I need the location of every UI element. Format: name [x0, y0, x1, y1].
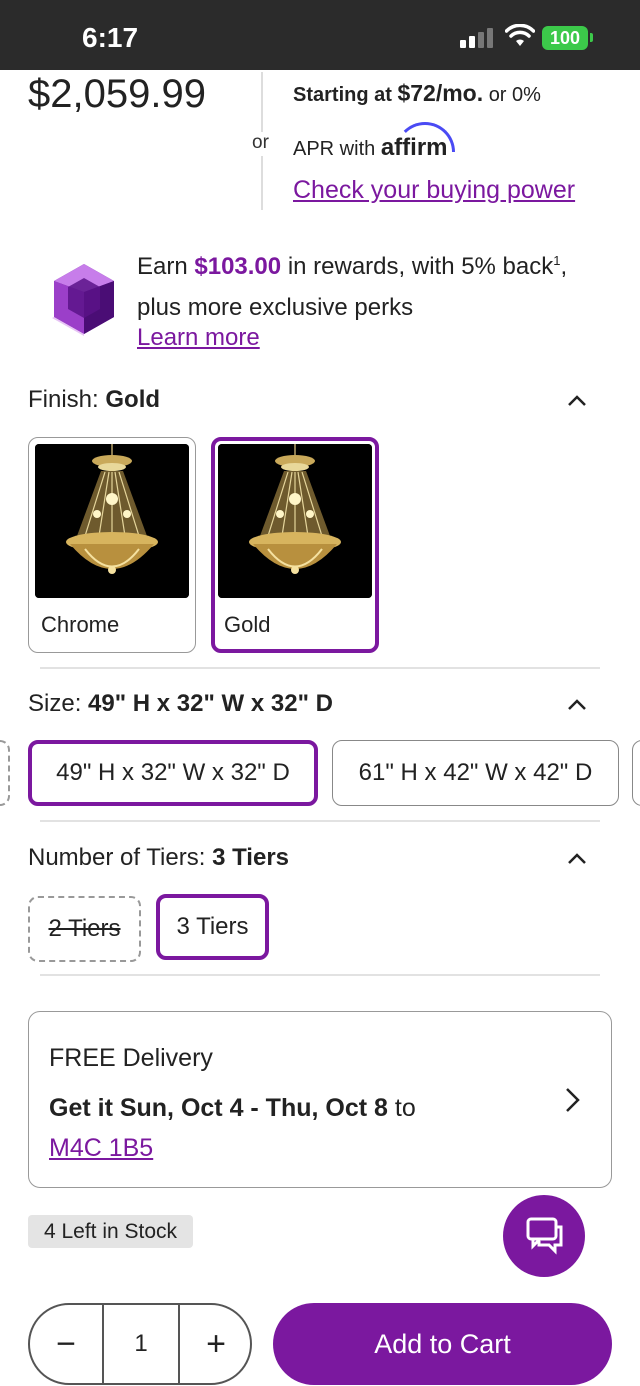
chevron-up-icon[interactable] — [566, 694, 588, 716]
delivery-card[interactable]: FREE Delivery Get it Sun, Oct 4 - Thu, O… — [28, 1011, 612, 1188]
size-option-49[interactable]: 49" H x 32" W x 32" D — [28, 740, 318, 806]
chat-button[interactable] — [503, 1195, 585, 1277]
chevron-up-icon[interactable] — [566, 848, 588, 870]
cellular-signal-icon — [460, 28, 494, 48]
rewards-text: Earn $103.00 in rewards, with 5% back1, … — [137, 253, 568, 321]
tiers-option-3[interactable]: 3 Tiers — [156, 894, 269, 960]
increase-quantity-button[interactable]: + — [180, 1305, 252, 1383]
wifi-icon — [505, 24, 535, 46]
rewards-amount: $103.00 — [194, 253, 282, 280]
check-buying-power-link[interactable]: Check your buying power — [293, 176, 575, 205]
stock-badge: 4 Left in Stock — [28, 1215, 193, 1248]
starting-amount: $72/mo. — [397, 80, 484, 106]
footnote-marker: 1 — [553, 253, 561, 268]
delivery-title: FREE Delivery — [49, 1044, 213, 1072]
purple-gem-icon — [52, 264, 114, 336]
section-divider — [40, 820, 600, 822]
or-text: or — [252, 132, 269, 156]
delivery-date: Get it Sun, Oct 4 - Thu, Oct 8 to — [49, 1094, 416, 1122]
product-price: $2,059.99 — [28, 72, 206, 116]
rewards-learn-more-link[interactable]: Learn more — [137, 324, 260, 352]
decrease-quantity-button[interactable]: − — [30, 1305, 102, 1383]
finish-option-label: Chrome — [41, 612, 120, 637]
battery-tip — [590, 33, 593, 42]
add-to-cart-button[interactable]: Add to Cart — [273, 1303, 612, 1385]
postal-code-link[interactable]: M4C 1B5 — [49, 1134, 153, 1163]
status-time: 6:17 — [82, 22, 139, 53]
size-header[interactable]: Size: 49" H x 32" W x 32" D — [28, 690, 333, 718]
affirm-arc-icon — [394, 122, 455, 152]
size-option-61[interactable]: 61" H x 42" W x 42" D — [332, 740, 619, 806]
financing-suffix: or 0% — [488, 84, 541, 106]
section-divider — [40, 667, 600, 669]
financing-offer: Starting at $72/mo. or 0% — [293, 80, 541, 107]
size-option-offscreen-left[interactable] — [0, 740, 10, 806]
financing-apr: APR with affirm — [293, 122, 455, 162]
tiers-option-2-unavailable[interactable]: 2 Tiers — [28, 896, 141, 962]
finish-option-label: Gold — [224, 612, 271, 637]
status-bar: 6:17 100 — [0, 0, 640, 70]
finish-option-chrome[interactable]: Chrome — [28, 437, 196, 653]
chevron-right-icon — [566, 1088, 580, 1112]
chat-bubbles-icon — [526, 1217, 563, 1255]
tiers-header[interactable]: Number of Tiers: 3 Tiers — [28, 844, 289, 872]
section-divider — [40, 974, 600, 976]
size-selected: 49" H x 32" W x 32" D — [88, 690, 333, 717]
size-option-offscreen-right[interactable] — [632, 740, 640, 806]
battery-icon: 100 — [542, 26, 588, 50]
chandelier-image — [218, 444, 372, 598]
affirm-logo: affirm — [381, 122, 455, 161]
apr-text: APR with — [293, 138, 376, 160]
chevron-up-icon[interactable] — [566, 390, 588, 412]
finish-option-gold[interactable]: Gold — [211, 437, 379, 653]
chandelier-image — [35, 444, 189, 598]
finish-selected: Gold — [105, 386, 161, 413]
tiers-selected: 3 Tiers — [212, 844, 290, 871]
starting-prefix: Starting at — [293, 84, 392, 106]
quantity-stepper: − 1 + — [28, 1303, 252, 1385]
quantity-value[interactable]: 1 — [102, 1305, 180, 1383]
finish-header[interactable]: Finish: Gold — [28, 386, 160, 414]
